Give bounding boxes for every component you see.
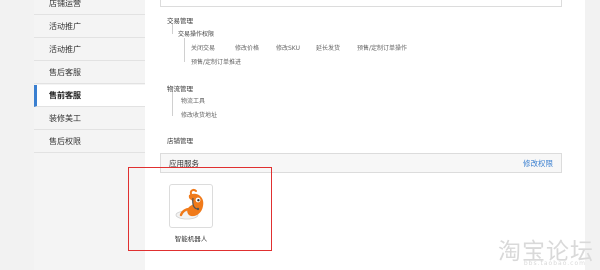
sidebar-item-shop-operations[interactable]: 店铺运营: [34, 0, 145, 15]
tree-connector: [172, 24, 173, 34]
sidebar-item-decoration-design[interactable]: 装修美工: [34, 108, 145, 130]
tree-connector: [172, 92, 173, 116]
perm-presale-order-operation[interactable]: 预售/定制订单操作: [357, 43, 407, 52]
sidebar-item-promotion[interactable]: 活动推广: [34, 16, 145, 38]
perm-close-trade[interactable]: 关闭交易: [191, 43, 215, 52]
top-permission-box: [160, 0, 562, 7]
edit-permissions-link[interactable]: 修改权限: [523, 158, 553, 169]
page-gutter: [0, 0, 34, 270]
perm-modify-price[interactable]: 修改价格: [235, 43, 259, 52]
sidebar-item-promotion-2[interactable]: 活动推广: [34, 39, 145, 61]
robot-mascot-icon: [175, 189, 204, 220]
logistics-management-title: 物流管理: [167, 85, 193, 93]
trade-management-title: 交易管理: [167, 17, 193, 25]
perm-presale-order-advance[interactable]: 预售/定制订单推进: [191, 57, 241, 66]
watermark-url: bbs.taobao.com: [523, 260, 586, 267]
perm-modify-shipping-address[interactable]: 修改收货地址: [181, 110, 217, 119]
app-tile-smart-robot[interactable]: [169, 184, 213, 228]
perm-extend-shipping[interactable]: 延长发货: [316, 43, 340, 52]
tree-connector: [184, 38, 185, 62]
sidebar-item-pre-sales-service[interactable]: 售前客服: [34, 85, 146, 107]
trade-operation-group-title: 交易操作权限: [178, 31, 215, 38]
shop-management-title: 店铺管理: [167, 137, 193, 145]
perm-modify-sku[interactable]: 修改SKU: [276, 43, 300, 52]
sidebar-item-after-sales-service[interactable]: 售后客服: [34, 62, 145, 84]
app-label-smart-robot[interactable]: 智能机器人: [160, 233, 222, 243]
sidebar-item-after-sales-permissions[interactable]: 售后权限: [34, 131, 145, 153]
perm-logistics-tools[interactable]: 物流工具: [181, 96, 205, 105]
